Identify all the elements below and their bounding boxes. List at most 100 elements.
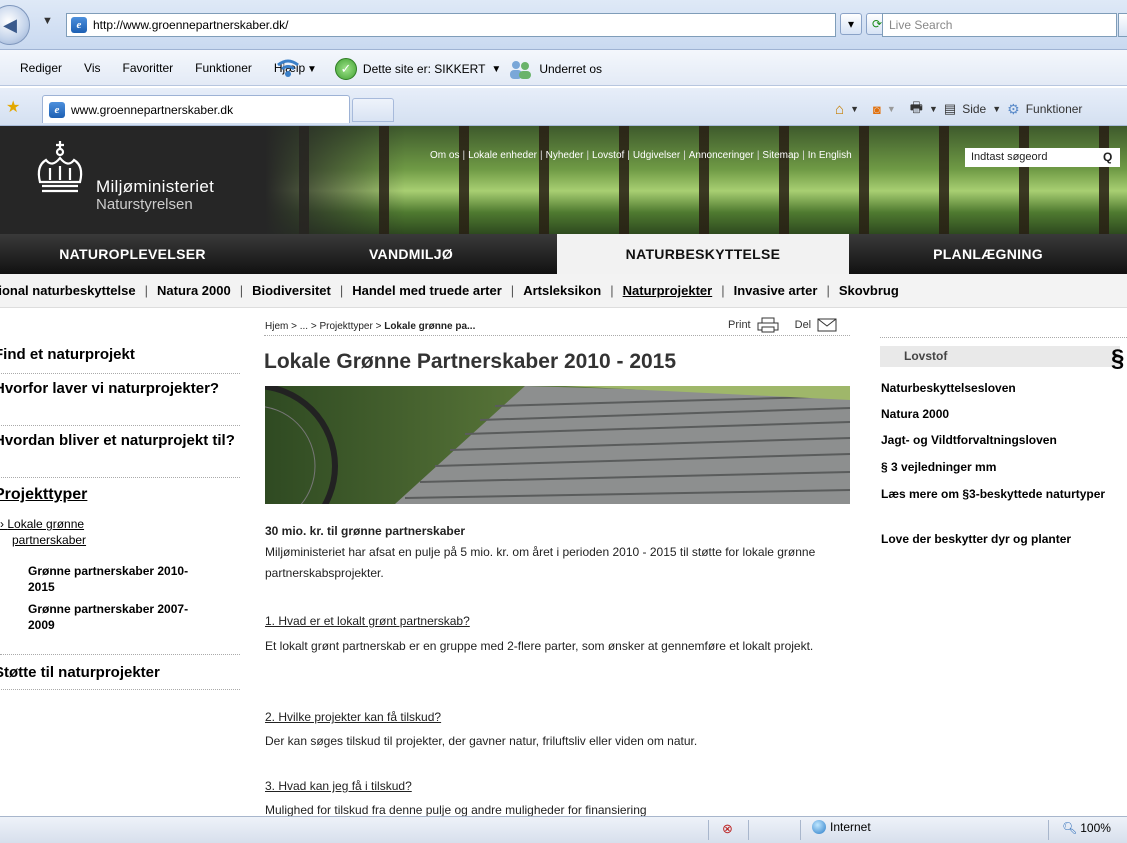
home-dropdown-icon[interactable]: ▼: [850, 104, 859, 114]
link-lovstof[interactable]: Lovstof: [592, 150, 624, 161]
tab-title: www.groennepartnerskaber.dk: [71, 102, 234, 117]
zoom-control[interactable]: 🔍︎ 100%: [1062, 821, 1111, 835]
live-search-button[interactable]: [1118, 13, 1127, 37]
left-nav-label: Hvordan bliver et naturprojekt til?: [0, 432, 235, 449]
faq-link-3[interactable]: 3. Hvad kan jeg få i tilskud?: [265, 779, 412, 793]
mail-icon[interactable]: [817, 318, 837, 332]
print-dropdown-icon[interactable]: ▼: [929, 104, 938, 114]
link-love-dyr-planter[interactable]: Love der beskytter dyr og planter: [881, 532, 1121, 547]
live-search-input[interactable]: Live Search: [882, 13, 1117, 37]
print-icon[interactable]: 🖶: [910, 97, 923, 121]
subnav-natura2000[interactable]: Natura 2000: [157, 283, 231, 298]
page-title: Lokale Grønne Partnerskaber 2010 - 2015: [264, 350, 677, 373]
subnav-separator: |: [826, 283, 830, 298]
left-nav-gp-2010[interactable]: Grønne partnerskaber 2010-2015: [28, 563, 208, 595]
browser-window: ◀ ▼ e http://www.groennepartnerskaber.dk…: [0, 0, 1127, 843]
page-icon: ▤: [943, 101, 957, 116]
left-nav-how[interactable]: Hvordan bliver et naturprojekt til?: [0, 432, 240, 478]
subnav-invasive[interactable]: Invasive arter: [734, 283, 818, 298]
left-nav-gp-2007[interactable]: Grønne partnerskaber 2007-2009: [28, 601, 208, 633]
globe-icon: [812, 820, 826, 834]
link-udgivelser[interactable]: Udgivelser: [633, 150, 680, 161]
subnav-artsleksikon[interactable]: Artsleksikon: [523, 283, 601, 298]
left-nav-projekttyper[interactable]: Projekttyper: [0, 486, 240, 508]
wifi-dropdown-icon[interactable]: ▼: [307, 64, 317, 75]
zoom-icon: 🔍︎: [1062, 821, 1078, 835]
wifi-icon[interactable]: [275, 58, 301, 80]
subnav-skovbrug[interactable]: Skovbrug: [839, 283, 899, 298]
print-link[interactable]: Print: [728, 319, 751, 331]
printer-icon[interactable]: [757, 317, 779, 333]
crown-logo-icon[interactable]: [30, 138, 90, 200]
tab-current[interactable]: e www.groennepartnerskaber.dk: [42, 95, 350, 123]
address-input[interactable]: e http://www.groennepartnerskaber.dk/: [66, 13, 836, 37]
breadcrumb-path[interactable]: Hjem > ... > Projekttyper >: [265, 321, 384, 332]
left-nav-label: Støtte til naturprojekter: [0, 664, 160, 681]
agency-name[interactable]: Naturstyrelsen: [96, 196, 193, 213]
favorites-star-icon[interactable]: ★: [6, 97, 20, 117]
link-separator: |: [802, 150, 805, 161]
feeds-icon[interactable]: ◙: [873, 102, 881, 117]
left-nav-label: Find et naturprojekt: [0, 346, 135, 363]
page-dropdown-icon[interactable]: ▼: [992, 104, 1001, 114]
menu-vis[interactable]: Vis: [84, 61, 100, 75]
link-lokale-enheder[interactable]: Lokale enheder: [468, 150, 537, 161]
link-annonceringer[interactable]: Annonceringer: [689, 150, 754, 161]
subnav-biodiversitet[interactable]: Biodiversitet: [252, 283, 331, 298]
faq-answer-2: Der kan søges tilskud til projekter, der…: [265, 734, 698, 748]
link-vejledninger[interactable]: § 3 vejledninger mm: [881, 460, 1121, 475]
page-menu[interactable]: Side: [962, 102, 986, 116]
breadcrumb: Hjem > ... > Projekttyper > Lokale grønn…: [265, 321, 475, 332]
left-nav-lokale-gronne[interactable]: › Lokale grønne partnerskaber: [0, 516, 120, 548]
zone-indicator: Internet: [812, 820, 871, 834]
link-om-os[interactable]: Om os: [430, 150, 459, 161]
tools-gear-icon: ⚙: [1007, 100, 1020, 117]
menu-funktioner[interactable]: Funktioner: [195, 61, 252, 75]
faq-link-1[interactable]: 1. Hvad er et lokalt grønt partnerskab?: [265, 614, 470, 628]
boardwalk-image: [265, 386, 850, 504]
left-nav-why[interactable]: Hvorfor laver vi naturprojekter?: [0, 380, 240, 426]
privacy-icon[interactable]: ⊗: [722, 821, 733, 837]
link-laes-mere[interactable]: Læs mere om §3-beskyttede naturtyper: [881, 487, 1121, 502]
tab-label: VANDMILJØ: [368, 246, 454, 262]
tab-naturbeskyttelse[interactable]: NATURBESKYTTELSE: [557, 234, 849, 274]
tab-naturoplevelser[interactable]: NATUROPLEVELSER: [0, 234, 265, 274]
left-nav-label: Grønne partnerskaber 2007-2009: [28, 602, 189, 632]
menu-rediger[interactable]: Rediger: [20, 61, 62, 75]
site-search-input[interactable]: Indtast søgeord: [965, 148, 1120, 167]
left-divider: [0, 654, 240, 655]
link-separator: |: [627, 150, 630, 161]
intro-text: Miljøministeriet har afsat en pulje på 5…: [265, 545, 816, 580]
address-dropdown-icon[interactable]: ▾: [840, 13, 862, 35]
status-bar: [0, 816, 1127, 843]
people-icon: [510, 61, 532, 79]
status-divider: [748, 820, 749, 840]
notify-link[interactable]: Underret os: [539, 62, 602, 76]
link-naturbeskyttelsesloven[interactable]: Naturbeskyttelsesloven: [881, 381, 1121, 396]
subnav-national[interactable]: tional naturbeskyttelse: [0, 283, 136, 298]
tab-planlaegning[interactable]: PLANLÆGNING: [849, 234, 1127, 274]
subnav-handel[interactable]: Handel med truede arter: [352, 283, 502, 298]
new-tab-button[interactable]: [352, 98, 394, 122]
content-divider: [264, 335, 850, 336]
tab-vandmiljo[interactable]: VANDMILJØ: [265, 234, 557, 274]
home-icon[interactable]: ⌂: [835, 101, 844, 118]
link-in-english[interactable]: In English: [808, 150, 852, 161]
menu-favoritter[interactable]: Favoritter: [122, 61, 173, 75]
left-nav-stotte[interactable]: Støtte til naturprojekter: [0, 662, 240, 690]
subnav-naturprojekter[interactable]: Naturprojekter: [623, 283, 713, 298]
safety-status-text[interactable]: Dette site er: SIKKERT: [363, 62, 486, 76]
history-dropdown-icon[interactable]: ▼: [42, 15, 53, 27]
left-nav-find[interactable]: Find et naturprojekt: [0, 344, 240, 374]
link-nyheder[interactable]: Nyheder: [546, 150, 584, 161]
search-icon[interactable]: Q: [1103, 150, 1112, 164]
link-separator: |: [586, 150, 590, 161]
faq-link-2[interactable]: 2. Hvilke projekter kan få tilskud?: [265, 710, 441, 724]
ministry-name[interactable]: Miljøministeriet: [96, 177, 214, 197]
link-natura-2000[interactable]: Natura 2000: [881, 407, 1121, 422]
share-link[interactable]: Del: [795, 319, 812, 331]
link-sitemap[interactable]: Sitemap: [762, 150, 799, 161]
link-jagt-vildt[interactable]: Jagt- og Vildtforvaltningsloven: [881, 433, 1121, 448]
safety-dropdown-icon[interactable]: ▼: [491, 64, 501, 75]
tools-menu[interactable]: Funktioner: [1026, 102, 1083, 116]
